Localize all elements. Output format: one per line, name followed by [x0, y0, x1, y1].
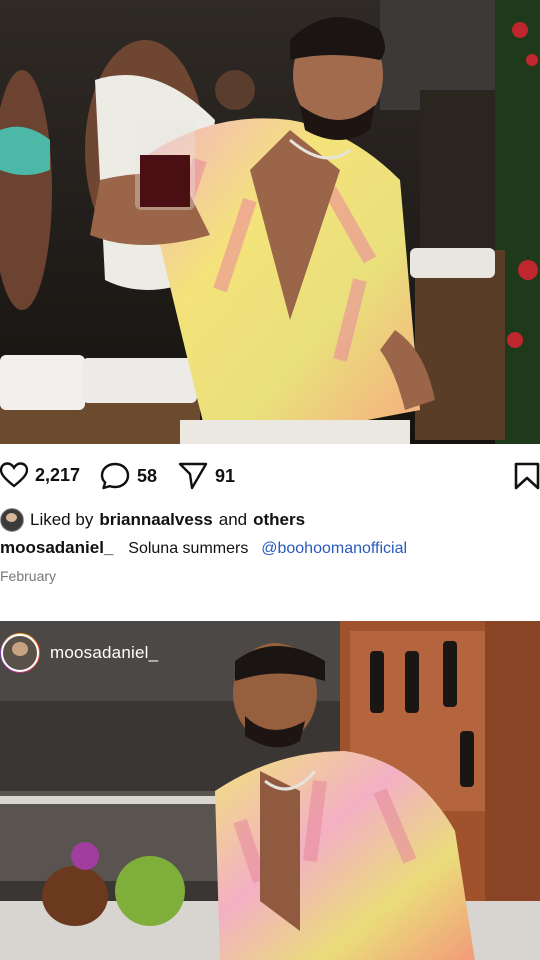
liked-by-others[interactable]: others: [253, 510, 305, 530]
post2-header: moosadaniel_: [0, 633, 158, 673]
liked-by-user[interactable]: briannaalvess: [99, 510, 212, 530]
comment-button[interactable]: 58: [100, 462, 157, 490]
post-actions-panel: 2,217 58 91 Liked by briannaalvess and o…: [0, 444, 540, 620]
comment-icon: [100, 462, 130, 490]
bookmark-icon: [514, 462, 540, 490]
liked-by-prefix: Liked by: [30, 510, 94, 529]
post2-username[interactable]: moosadaniel_: [50, 643, 158, 663]
avatar: [1, 634, 39, 672]
share-button[interactable]: 91: [178, 462, 235, 490]
post-photo-top[interactable]: [0, 0, 540, 444]
liked-by-connector: and: [218, 510, 248, 529]
liked-by-line: Liked by briannaalvess and others: [0, 508, 305, 532]
caption-text: Soluna summers: [128, 540, 249, 557]
shares-count: 91: [215, 465, 236, 486]
caption-mention[interactable]: @boohoomanofficial: [261, 540, 407, 557]
caption-username[interactable]: moosadaniel_: [0, 538, 113, 557]
send-icon: [178, 462, 208, 490]
heart-icon: [0, 462, 28, 488]
post-caption: moosadaniel_ Soluna summers @boohoomanof…: [0, 538, 407, 558]
post2-avatar[interactable]: [0, 633, 40, 673]
likes-count: 2,217: [35, 464, 81, 485]
party-photo-illustration: [0, 0, 540, 444]
save-button[interactable]: [514, 462, 540, 490]
comments-count: 58: [137, 465, 158, 486]
action-row: 2,217 58 91: [0, 462, 540, 490]
post-date: February: [0, 568, 57, 584]
like-button[interactable]: 2,217: [0, 462, 80, 488]
liker-avatar[interactable]: [0, 508, 24, 532]
